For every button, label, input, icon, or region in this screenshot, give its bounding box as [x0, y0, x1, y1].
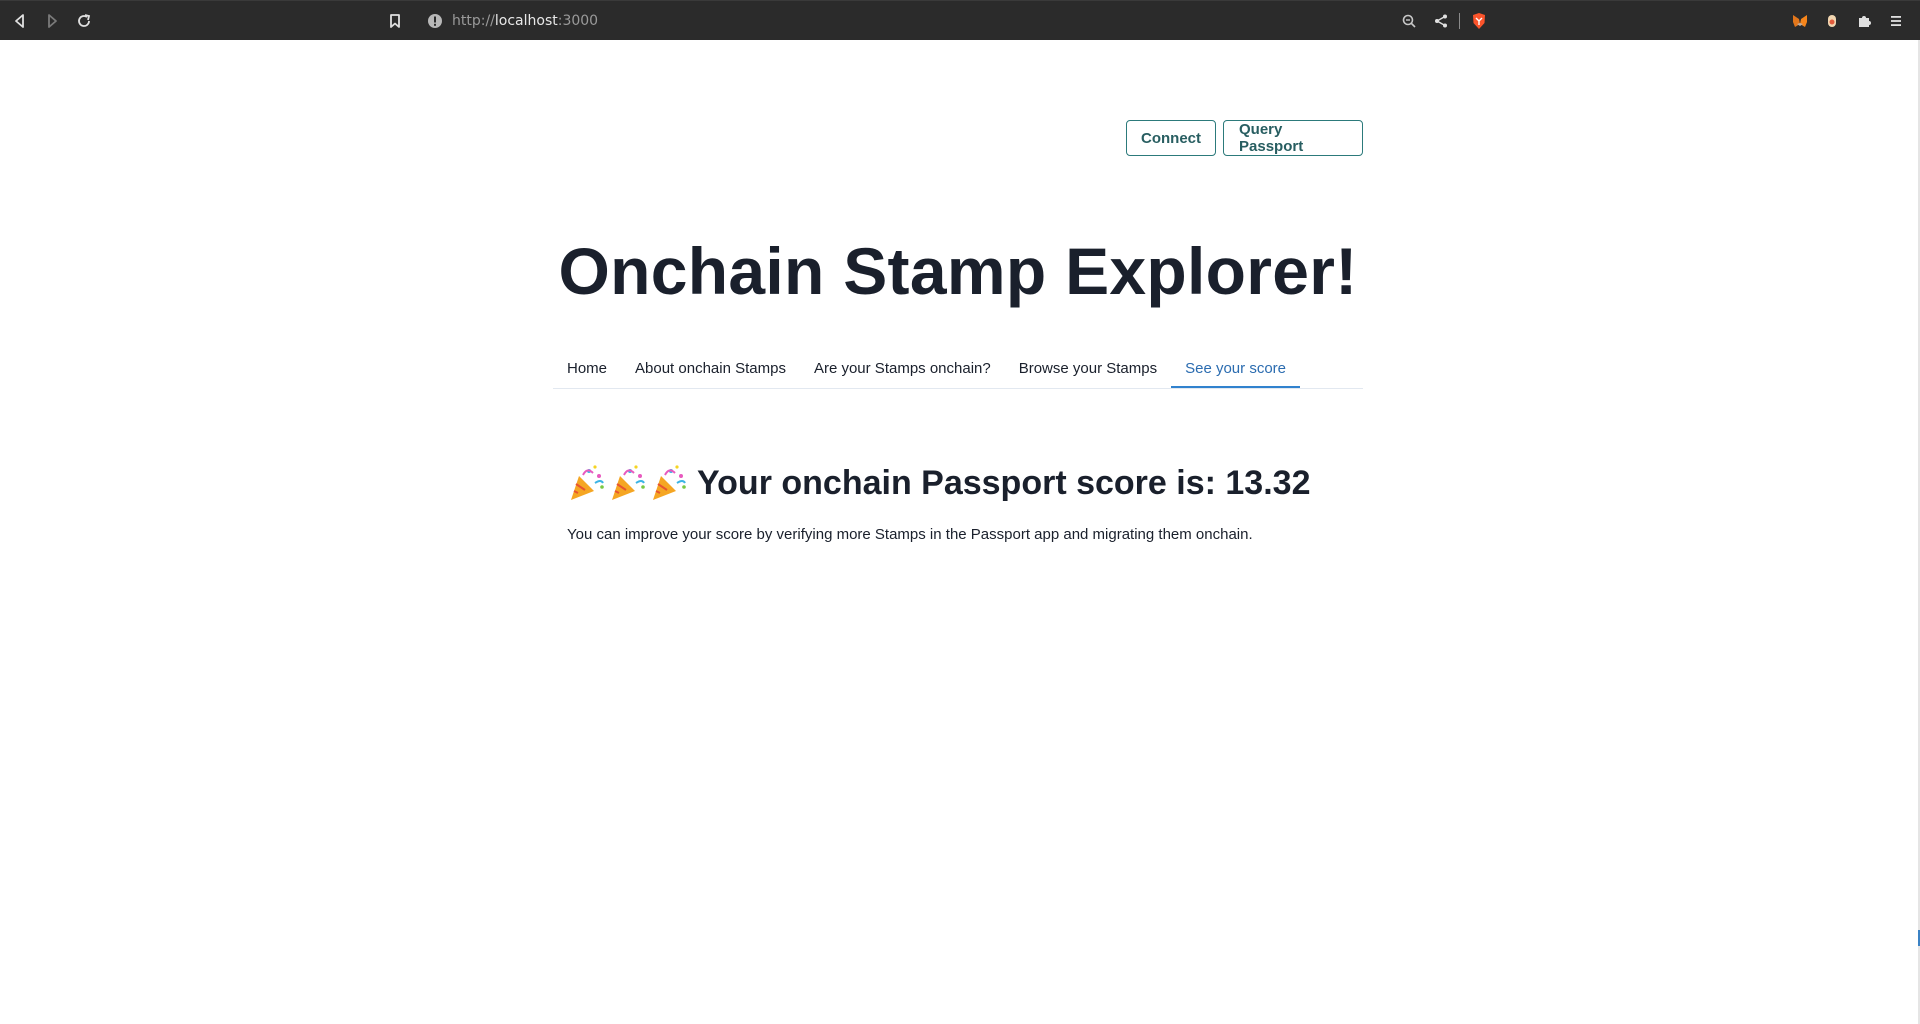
url-scheme: http:// [452, 13, 495, 29]
bookmark-icon[interactable] [383, 9, 407, 33]
share-icon[interactable] [1429, 9, 1453, 33]
browser-toolbar: http://localhost:3000 [0, 0, 1920, 40]
back-icon[interactable] [8, 9, 32, 33]
site-info-icon[interactable] [423, 9, 447, 33]
connect-button[interactable]: Connect [1126, 120, 1216, 156]
header-actions: Connect Query Passport [1126, 120, 1363, 156]
toolbar-separator [1459, 13, 1460, 29]
brave-shields-icon[interactable] [1467, 9, 1491, 33]
forward-icon[interactable] [40, 9, 64, 33]
address-bar[interactable]: http://localhost:3000 [415, 6, 1490, 36]
tab-about-onchain-stamps[interactable]: About onchain Stamps [621, 351, 800, 388]
url-host: localhost [494, 13, 558, 29]
tab-home[interactable]: Home [553, 351, 621, 388]
zoom-icon[interactable] [1397, 9, 1421, 33]
extension-icon[interactable] [1820, 9, 1844, 33]
url-text: http://localhost:3000 [452, 13, 598, 29]
party-popper-icon [612, 465, 645, 500]
page-title: Onchain Stamp Explorer! [558, 234, 1358, 308]
tab-browse-your-stamps[interactable]: Browse your Stamps [1005, 351, 1171, 388]
reload-icon[interactable] [72, 9, 96, 33]
party-popper-icon [653, 465, 686, 500]
tab-list: Home About onchain Stamps Are your Stamp… [553, 351, 1363, 389]
url-port: :3000 [557, 13, 599, 29]
menu-icon[interactable] [1884, 9, 1908, 33]
tab-are-your-stamps-onchain[interactable]: Are your Stamps onchain? [800, 351, 1005, 388]
tab-see-your-score[interactable]: See your score [1171, 351, 1300, 388]
metamask-icon[interactable] [1788, 9, 1812, 33]
score-heading-text: Your onchain Passport score is: 13.32 [697, 464, 1311, 502]
extensions-puzzle-icon[interactable] [1852, 9, 1876, 33]
query-passport-button[interactable]: Query Passport [1223, 120, 1363, 156]
score-heading: Your onchain Passport score is: 13.32 [567, 463, 1310, 503]
score-improvement-note: You can improve your score by verifying … [567, 526, 1253, 543]
party-popper-icon [571, 465, 604, 500]
